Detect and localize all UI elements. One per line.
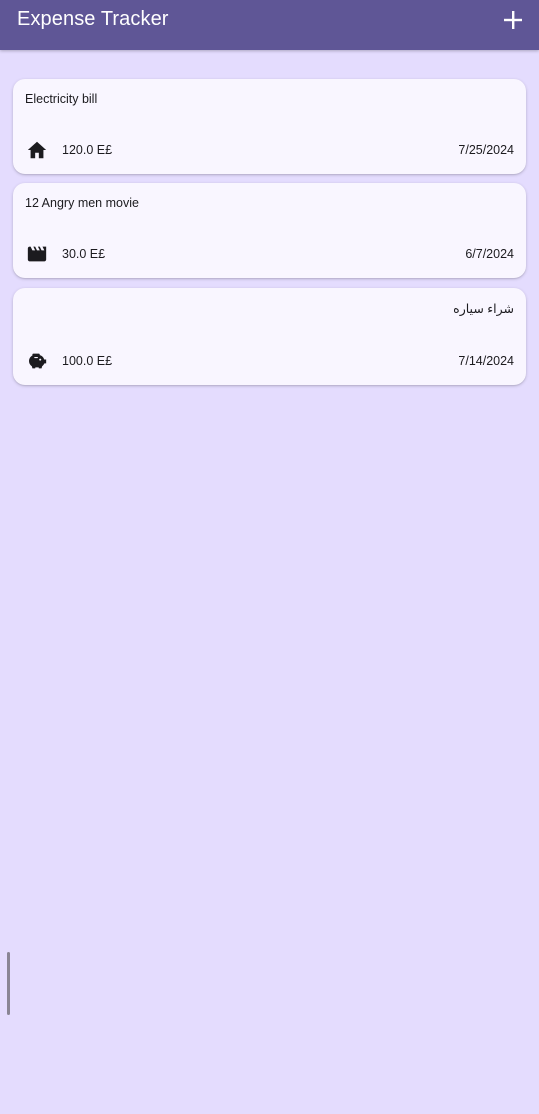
expense-amount: 120.0 E£ <box>62 143 113 157</box>
piggy-bank-icon <box>29 353 47 369</box>
expense-amount: 30.0 E£ <box>62 247 106 261</box>
expense-amount: 100.0 E£ <box>62 354 113 368</box>
expense-date: 7/25/2024 <box>458 143 514 157</box>
expense-card[interactable]: Electricity bill 120.0 E£ 7/25/2024 <box>13 79 526 174</box>
movie-clapperboard-icon <box>27 246 47 262</box>
expense-card[interactable]: شراء سياره 100.0 E£ 7/14/2024 <box>13 288 526 385</box>
expense-title: شراء سياره <box>453 302 514 316</box>
plus-icon <box>504 11 522 29</box>
expense-title: 12 Angry men movie <box>25 196 139 210</box>
expense-date: 7/14/2024 <box>458 354 514 368</box>
app-title: Expense Tracker <box>17 8 169 30</box>
scrollbar[interactable] <box>7 952 10 1015</box>
expense-title: Electricity bill <box>25 92 98 106</box>
expense-date: 6/7/2024 <box>465 247 514 261</box>
home-icon <box>27 141 47 159</box>
expense-card[interactable]: 12 Angry men movie 30.0 E£ 6/7/2024 <box>13 183 526 278</box>
app-bar: Expense Tracker <box>0 0 539 50</box>
add-expense-button[interactable] <box>500 7 526 33</box>
